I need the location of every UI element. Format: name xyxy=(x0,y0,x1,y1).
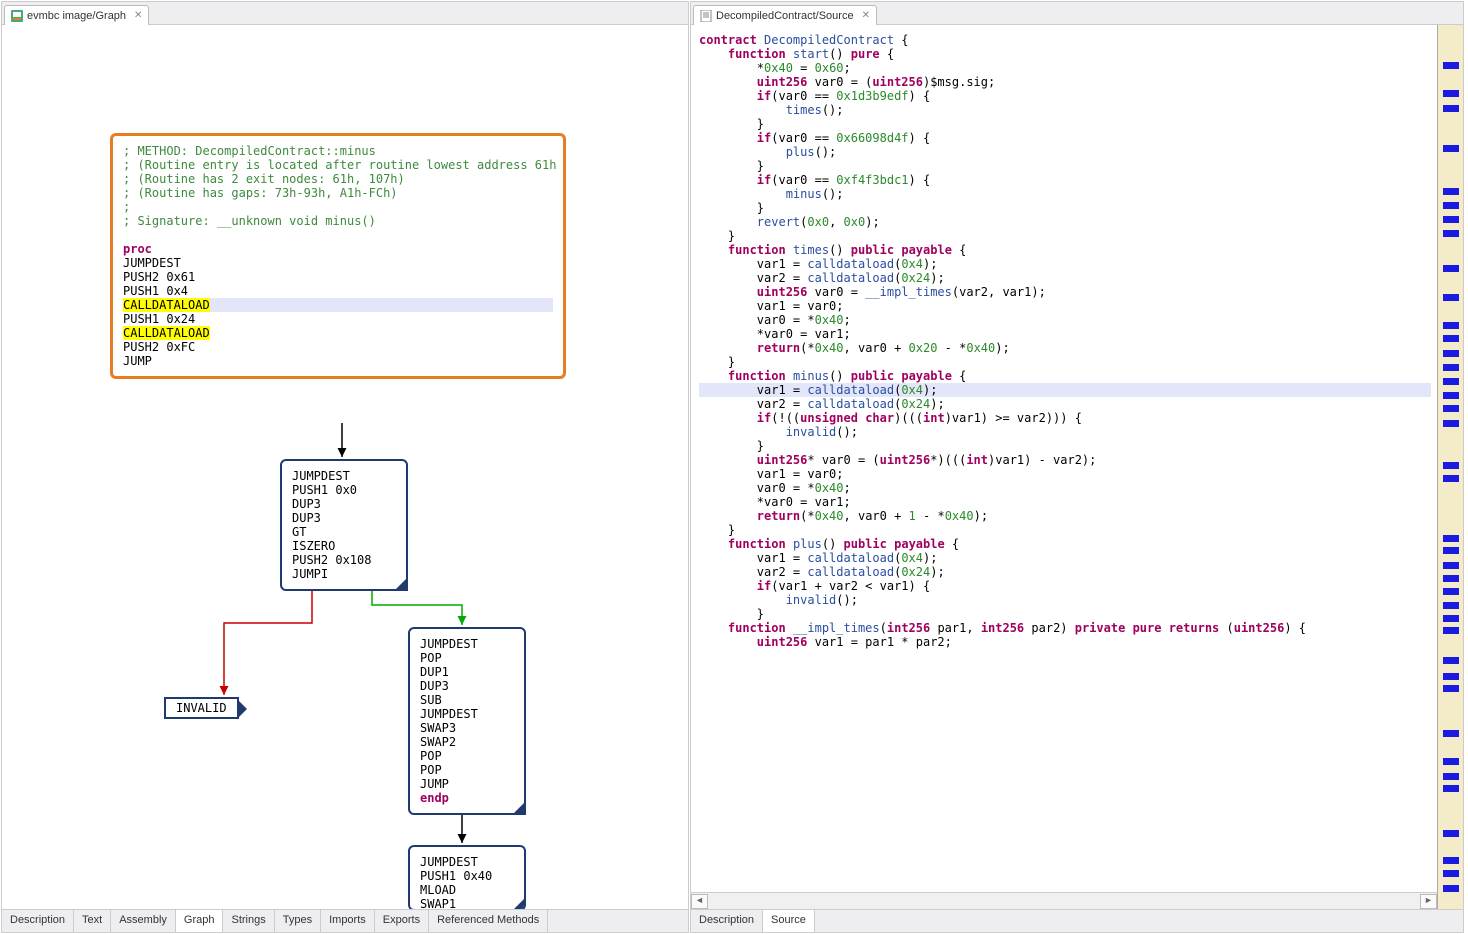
gutter-mark[interactable] xyxy=(1443,188,1459,195)
gutter-mark[interactable] xyxy=(1443,335,1459,342)
gutter-mark[interactable] xyxy=(1443,785,1459,792)
bottom-tab-description[interactable]: Description xyxy=(2,910,74,932)
gutter-mark[interactable] xyxy=(1443,230,1459,237)
gutter-mark[interactable] xyxy=(1443,202,1459,209)
source-tab[interactable]: DecompiledContract/Source ✕ xyxy=(693,5,877,25)
bottom-tab-imports[interactable]: Imports xyxy=(321,910,375,932)
close-icon[interactable]: ✕ xyxy=(134,10,142,21)
gutter-mark[interactable] xyxy=(1443,685,1459,692)
gutter-mark[interactable] xyxy=(1443,364,1459,371)
close-icon[interactable]: ✕ xyxy=(862,10,870,21)
gutter-mark[interactable] xyxy=(1443,657,1459,664)
graph-node-invalid[interactable]: INVALID xyxy=(164,697,239,719)
source-panel: DecompiledContract/Source ✕ contract Dec… xyxy=(690,1,1464,933)
scroll-left-icon[interactable]: ◄ xyxy=(691,894,708,909)
bottom-tab-source[interactable]: Source xyxy=(763,910,815,932)
gutter-mark[interactable] xyxy=(1443,857,1459,864)
gutter-mark[interactable] xyxy=(1443,627,1459,634)
bottom-tab-assembly[interactable]: Assembly xyxy=(111,910,176,932)
graph-panel: evmbc image/Graph ✕ xyxy=(1,1,689,933)
graph-canvas[interactable]: ; METHOD: DecompiledContract::minus ; (R… xyxy=(2,25,688,909)
source-gutter[interactable] xyxy=(1437,25,1463,909)
gutter-mark[interactable] xyxy=(1443,62,1459,69)
gutter-mark[interactable] xyxy=(1443,405,1459,412)
gutter-mark[interactable] xyxy=(1443,885,1459,892)
gutter-mark[interactable] xyxy=(1443,265,1459,272)
gutter-mark[interactable] xyxy=(1443,420,1459,427)
gutter-mark[interactable] xyxy=(1443,602,1459,609)
invalid-label: INVALID xyxy=(176,701,227,715)
gutter-mark[interactable] xyxy=(1443,758,1459,765)
bottom-tab-referenced-methods[interactable]: Referenced Methods xyxy=(429,910,548,932)
gutter-mark[interactable] xyxy=(1443,535,1459,542)
document-icon xyxy=(700,10,712,22)
gutter-mark[interactable] xyxy=(1443,392,1459,399)
gutter-mark[interactable] xyxy=(1443,294,1459,301)
gutter-mark[interactable] xyxy=(1443,673,1459,680)
graph-bottom-tabs: DescriptionTextAssemblyGraphStringsTypes… xyxy=(2,909,688,932)
source-content: contract DecompiledContract { function s… xyxy=(691,25,1463,909)
graph-node-proc[interactable]: ; METHOD: DecompiledContract::minus ; (R… xyxy=(110,133,566,379)
gutter-mark[interactable] xyxy=(1443,588,1459,595)
gutter-mark[interactable] xyxy=(1443,145,1459,152)
bottom-tab-strings[interactable]: Strings xyxy=(223,910,274,932)
graph-content[interactable]: ; METHOD: DecompiledContract::minus ; (R… xyxy=(2,25,688,909)
graph-tab-bar: evmbc image/Graph ✕ xyxy=(2,2,688,25)
gutter-mark[interactable] xyxy=(1443,462,1459,469)
gutter-mark[interactable] xyxy=(1443,575,1459,582)
source-tab-bar: DecompiledContract/Source ✕ xyxy=(691,2,1463,25)
gutter-mark[interactable] xyxy=(1443,475,1459,482)
gutter-mark[interactable] xyxy=(1443,562,1459,569)
scroll-right-icon[interactable]: ► xyxy=(1420,894,1437,909)
bottom-tab-exports[interactable]: Exports xyxy=(375,910,429,932)
gutter-mark[interactable] xyxy=(1443,730,1459,737)
source-bottom-tabs: DescriptionSource xyxy=(691,909,1463,932)
graph-tab[interactable]: evmbc image/Graph ✕ xyxy=(4,5,149,25)
bottom-tab-text[interactable]: Text xyxy=(74,910,111,932)
bottom-tab-graph[interactable]: Graph xyxy=(176,910,224,932)
gutter-mark[interactable] xyxy=(1443,216,1459,223)
gutter-mark[interactable] xyxy=(1443,547,1459,554)
graph-node-block2[interactable]: JUMPDEST PUSH1 0x0 DUP3 DUP3 GT ISZERO P… xyxy=(280,459,408,591)
source-code-view[interactable]: contract DecompiledContract { function s… xyxy=(691,25,1463,892)
image-icon xyxy=(11,10,23,22)
graph-tab-label: evmbc image/Graph xyxy=(27,10,126,22)
gutter-mark[interactable] xyxy=(1443,90,1459,97)
gutter-mark[interactable] xyxy=(1443,378,1459,385)
gutter-mark[interactable] xyxy=(1443,773,1459,780)
graph-node-block3[interactable]: JUMPDEST POP DUP1 DUP3 SUB JUMPDEST SWAP… xyxy=(408,627,526,815)
gutter-mark[interactable] xyxy=(1443,830,1459,837)
horizontal-scrollbar[interactable]: ◄ ► xyxy=(691,892,1437,909)
gutter-mark[interactable] xyxy=(1443,105,1459,112)
gutter-mark[interactable] xyxy=(1443,615,1459,622)
bottom-tab-description[interactable]: Description xyxy=(691,910,763,932)
source-tab-label: DecompiledContract/Source xyxy=(716,10,854,22)
gutter-mark[interactable] xyxy=(1443,322,1459,329)
graph-node-block4[interactable]: JUMPDEST PUSH1 0x40 MLOAD SWAP1 xyxy=(408,845,526,909)
bottom-tab-types[interactable]: Types xyxy=(275,910,321,932)
gutter-mark[interactable] xyxy=(1443,350,1459,357)
gutter-mark[interactable] xyxy=(1443,870,1459,877)
